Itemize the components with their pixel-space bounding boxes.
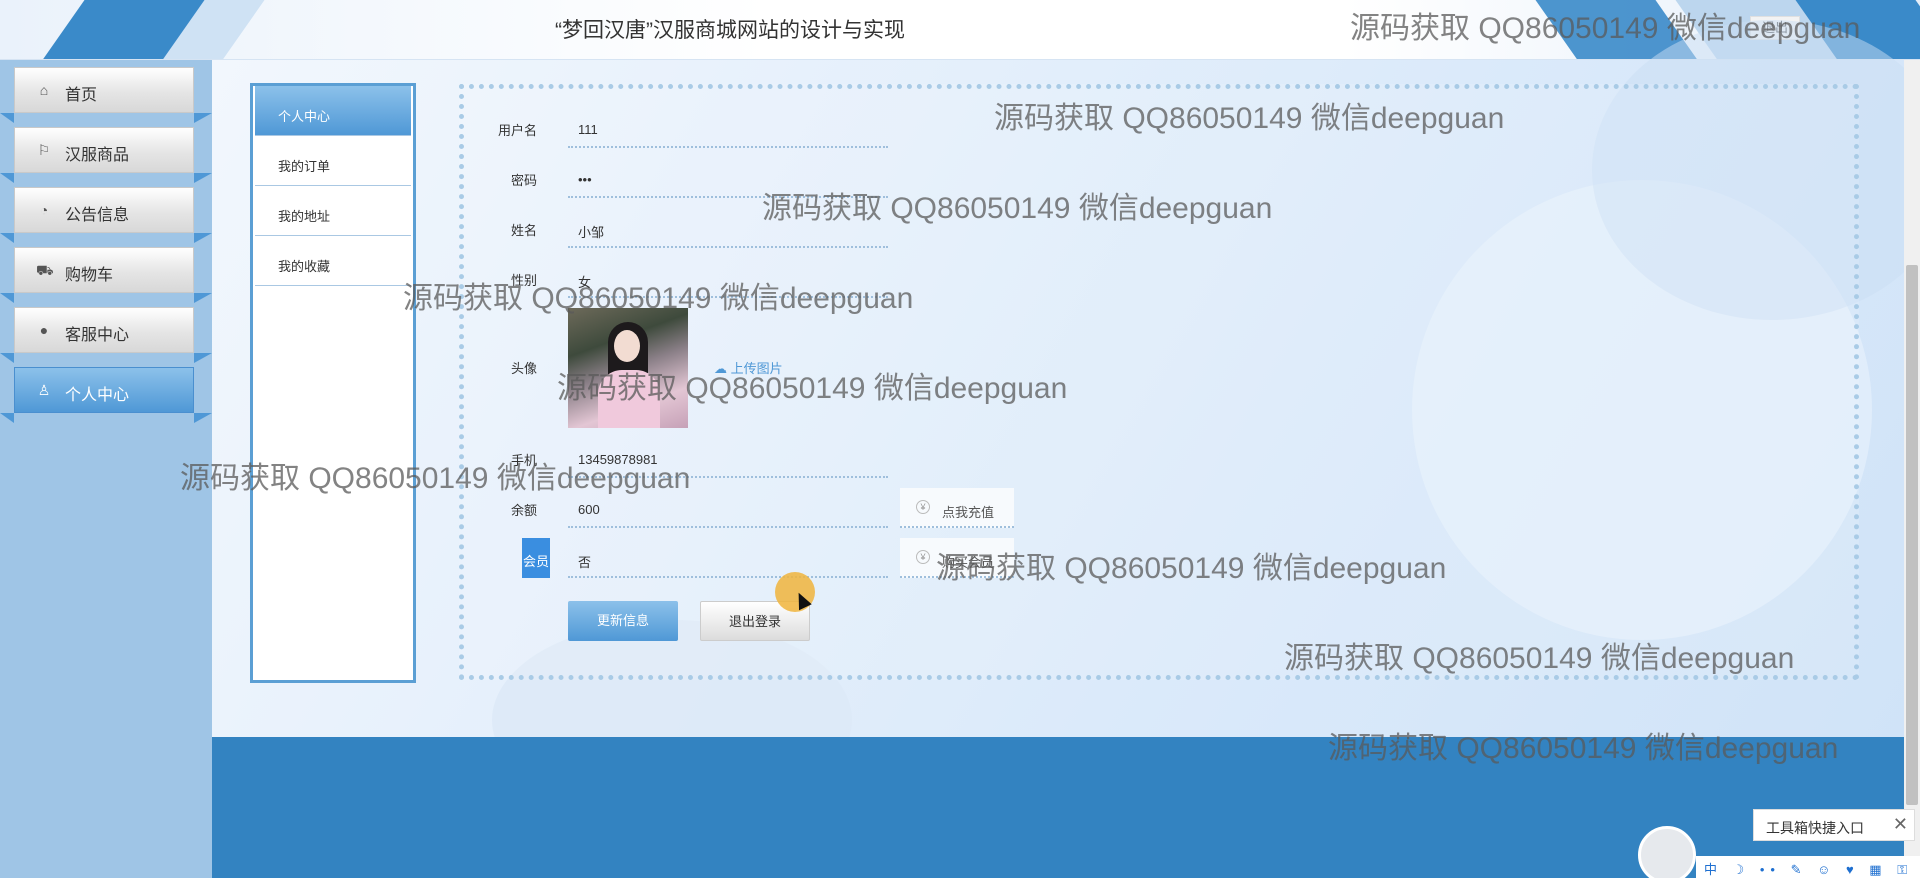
balance-label: 余额 — [510, 503, 537, 518]
toolbox-label: 工具箱快捷入口 — [1766, 820, 1864, 836]
name-label: 姓名 — [510, 223, 537, 238]
submenu-item-favorites[interactable]: 我的收藏 — [255, 236, 411, 286]
submenu-item-orders[interactable]: 我的订单 — [255, 136, 411, 186]
sidebar-item-label: 客服中心 — [65, 327, 130, 344]
watermark: 源码获取 QQ86050149 微信deepguan — [994, 102, 1505, 135]
watermark: 源码获取 QQ86050149 微信deepguan — [180, 462, 691, 495]
home-icon: ⌂ — [39, 82, 49, 98]
recharge-button[interactable]: ¥ 点我充值 — [900, 488, 1014, 528]
submenu-item-profile[interactable]: 个人中心 — [255, 86, 411, 136]
scrollbar-thumb[interactable] — [1906, 265, 1918, 805]
watermark: 源码获取 QQ86050149 微信deepguan — [936, 552, 1447, 585]
site-title: “梦回汉唐”汉服商城网站的设计与实现 — [555, 19, 905, 42]
sidebar-item-service[interactable]: ● 客服中心 — [0, 307, 212, 363]
chat-icon: ● — [39, 322, 49, 338]
profile-submenu: 个人中心 我的订单 我的地址 我的收藏 — [250, 83, 416, 683]
sidebar-item-profile[interactable]: ♙ 个人中心 — [0, 367, 212, 423]
sidebar-item-cart[interactable]: ⛟ 购物车 — [0, 247, 212, 303]
avatar-label: 头像 — [510, 361, 537, 376]
sidebar-item-notices[interactable]: ◔ 公告信息 — [0, 187, 212, 243]
toolbox-shortcut[interactable]: 工具箱快捷入口 ✕ — [1753, 809, 1915, 841]
user-icon: ♙ — [37, 382, 51, 398]
recharge-label: 点我充值 — [942, 505, 995, 520]
ime-toolbar[interactable]: 中 ☽ •• ✎ ☺ ♥ ▦ ⚿ — [1696, 856, 1920, 878]
watermark: 源码获取 QQ86050149 微信deepguan — [1284, 642, 1795, 675]
watermark: 源码获取 QQ86050149 微信deepguan — [557, 372, 1068, 405]
watermark: 源码获取 QQ86050149 微信deepguan — [762, 192, 1273, 225]
assistant-avatar[interactable] — [1638, 826, 1696, 878]
yen-icon: ¥ — [916, 500, 930, 514]
gauge-icon: ◔ — [39, 202, 49, 218]
cursor-highlight — [775, 572, 815, 612]
close-icon[interactable]: ✕ — [1893, 814, 1908, 835]
update-info-button[interactable]: 更新信息 — [568, 601, 678, 641]
sidebar-item-label: 汉服商品 — [65, 147, 130, 164]
watermark: 源码获取 QQ86050149 微信deepguan — [1350, 12, 1861, 45]
flag-icon: ⚐ — [37, 142, 51, 158]
yen-icon: ¥ — [916, 550, 930, 564]
username-label: 用户名 — [497, 123, 537, 138]
cart-icon: ⛟ — [36, 262, 54, 278]
watermark: 源码获取 QQ86050149 微信deepguan — [1328, 732, 1839, 765]
username-field[interactable]: 111 — [568, 108, 888, 148]
submenu-item-address[interactable]: 我的地址 — [255, 186, 411, 236]
vip-label: 会员 — [522, 538, 550, 578]
sidebar-item-products[interactable]: ⚐ 汉服商品 — [0, 127, 212, 183]
sidebar-item-label: 个人中心 — [65, 387, 130, 404]
password-label: 密码 — [510, 173, 537, 188]
sidebar-item-label: 公告信息 — [65, 207, 130, 224]
vip-field[interactable]: 否 — [568, 538, 888, 578]
sidebar-item-home[interactable]: ⌂ 首页 — [0, 67, 212, 123]
sidebar-item-label: 首页 — [65, 87, 98, 104]
watermark: 源码获取 QQ86050149 微信deepguan — [403, 282, 914, 315]
sidebar-item-label: 购物车 — [65, 267, 114, 284]
